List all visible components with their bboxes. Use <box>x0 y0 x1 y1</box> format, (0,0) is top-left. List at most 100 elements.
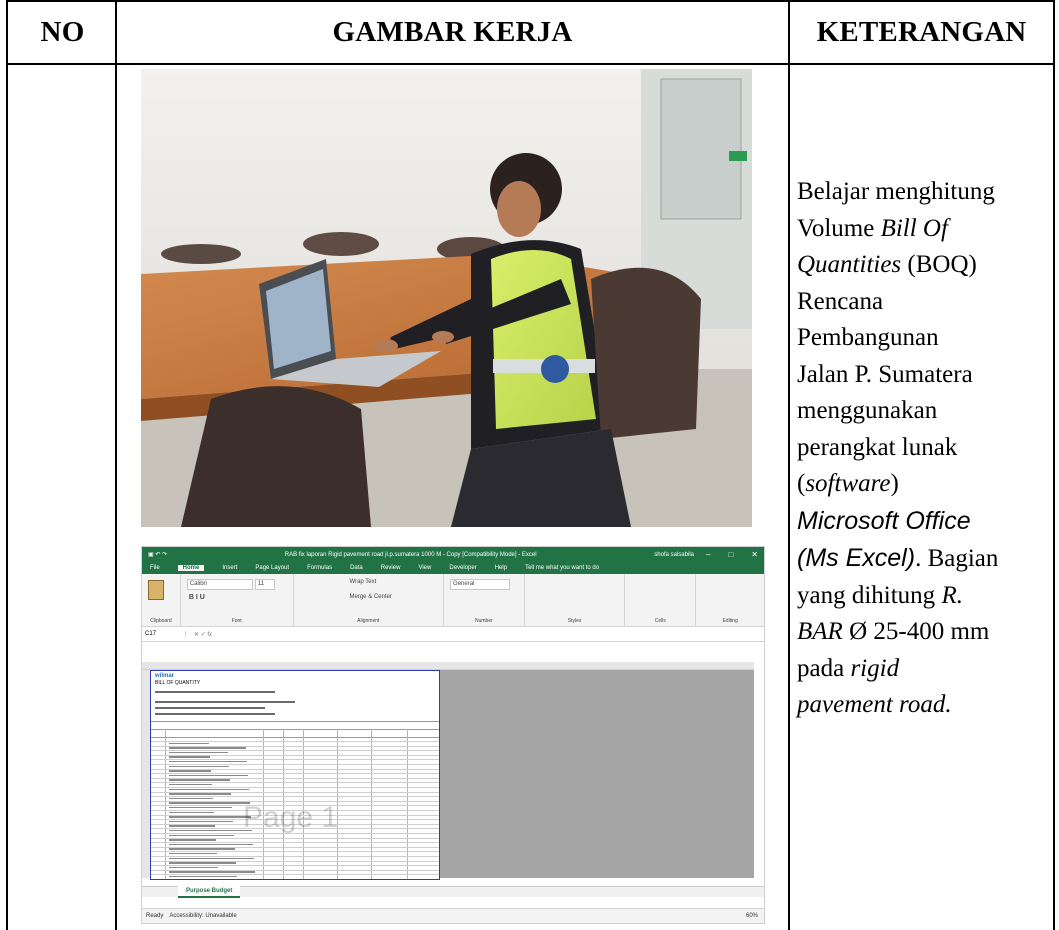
ribbon-alignment-label: Alignment <box>357 618 380 624</box>
ribbon-styles-label: Styles <box>567 618 582 624</box>
sheet-row-text <box>169 843 253 846</box>
sheet-row-text <box>169 774 248 777</box>
ribbon-number: General Number <box>444 574 525 626</box>
ket-line-8: perangkat lunak <box>797 430 1059 467</box>
ket-text: Microsoft Office <box>797 506 971 535</box>
sheet-row-text <box>169 760 247 763</box>
zoom-level: 60% <box>745 913 758 919</box>
menu-tell-me: Tell me what you want to do <box>525 565 600 571</box>
sheet-row-text <box>169 848 235 850</box>
sheet-text-line <box>155 707 265 709</box>
font-name-box: Calibri <box>186 579 253 590</box>
excel-ribbon: Clipboard Calibri 11 B I U Font Wrap Tex… <box>142 574 764 627</box>
page-watermark: Page 1 <box>243 801 339 834</box>
window-controls: – □ ✕ <box>706 550 758 559</box>
sheet-row-text <box>169 811 214 813</box>
ribbon-alignment: Wrap Text Merge & Center Alignment <box>294 574 445 626</box>
sheet-row-text <box>169 797 213 800</box>
excel-workspace: wilmar BILL OF QUANTITY Page 1 <box>142 642 764 887</box>
sheet-row-text <box>169 834 234 836</box>
menu-formulas: Formulas <box>307 565 333 571</box>
ribbon-clipboard-label: Clipboard <box>150 618 172 624</box>
sheet-row-text <box>169 829 252 832</box>
formula-bar: C17 ✕ ✓ fx <box>142 627 764 642</box>
work-photo <box>141 69 752 527</box>
menu-developer: Developer <box>449 565 477 571</box>
menu-page-layout: Page Layout <box>255 565 290 571</box>
sheet-row-text <box>169 871 255 873</box>
sheet-row-text <box>169 820 233 823</box>
number-format-box: General <box>450 579 511 590</box>
sheet-row-text <box>169 747 246 749</box>
ket-line-15: pavement road. <box>797 687 1059 724</box>
sheet-row-text <box>169 862 236 864</box>
sheet-row-text <box>169 802 250 804</box>
sheet-row-text <box>169 806 232 809</box>
header-gambar-kerja: GAMBAR KERJA <box>332 15 573 48</box>
sheet-text-line <box>155 691 275 693</box>
ribbon-number-label: Number <box>475 618 493 624</box>
header-no: NO <box>40 15 85 48</box>
font-size-box: 11 <box>254 579 275 590</box>
ribbon-editing: Editing <box>696 574 764 626</box>
ket-text: yang dihitung <box>797 581 942 609</box>
ribbon-clipboard: Clipboard <box>142 574 181 626</box>
sheet-text-line <box>155 713 275 715</box>
menu-data: Data <box>350 565 363 571</box>
sheet-tab-purpose-budget: Purpose Budget <box>178 886 241 898</box>
ket-text: Rencana <box>797 287 884 315</box>
sheet-row-text <box>169 742 209 744</box>
sheet-rule <box>151 737 439 738</box>
ket-line-1: Belajar menghitung <box>797 174 1059 211</box>
ket-text: (BOQ) <box>901 251 977 278</box>
ket-text: pavement road. <box>797 691 952 718</box>
ket-line-12: yang dihitung R. <box>797 578 1059 615</box>
row-headers <box>142 670 150 878</box>
sheet-rule <box>151 721 439 722</box>
status-accessibility: Accessibility: Unavailable <box>169 913 237 919</box>
sheet-row-text <box>169 783 212 786</box>
ket-text: BAR <box>797 618 843 645</box>
keterangan-text: Belajar menghitung Volume Bill Of Quanti… <box>797 174 1059 724</box>
sheet-tabs: Purpose Budget <box>142 886 764 898</box>
menu-home: Home <box>177 565 205 571</box>
ket-text: Volume <box>797 214 881 242</box>
merge-center-button: Merge & Center <box>349 594 392 600</box>
ket-text: R. <box>941 581 963 609</box>
table-left-border <box>6 0 8 930</box>
excel-screenshot: ▣ ↶ ↷ RAB fix laporan Rigid pavement roa… <box>141 546 765 924</box>
ribbon-styles: Styles <box>525 574 626 626</box>
ribbon-font: Calibri 11 B I U Font <box>181 574 294 626</box>
ket-text: Bill Of <box>880 214 948 242</box>
function-icon: ✕ ✓ fx <box>194 631 213 638</box>
ket-text: menggunakan <box>797 397 938 424</box>
ket-text: rigid <box>850 654 900 682</box>
save-icon: ▣ ↶ ↷ <box>148 552 168 558</box>
status-bar: Ready Accessibility: Unavailable 60% <box>142 908 764 923</box>
ket-text: perangkat lunak <box>797 433 958 461</box>
ribbon-cells-label: Cells <box>654 618 666 624</box>
paste-icon <box>148 580 164 600</box>
sheet-row-text <box>169 756 210 758</box>
sheet-row-text <box>169 866 218 869</box>
ket-text: software <box>805 470 891 497</box>
column-divider-2 <box>788 0 790 930</box>
sheet-row-text <box>169 793 231 795</box>
boq-sheet: wilmar BILL OF QUANTITY Page 1 <box>150 670 440 880</box>
menu-review: Review <box>380 565 401 571</box>
sheet-row-text <box>169 839 216 841</box>
ket-text: Jalan P. Sumatera <box>797 360 973 388</box>
excel-title: RAB fix laporan Rigid pavement road jl.p… <box>284 551 537 558</box>
sheet-rule <box>151 729 439 730</box>
ket-line-4: Rencana <box>797 284 1059 321</box>
sheet-row-text <box>169 816 251 818</box>
sheet-row-text <box>169 875 237 878</box>
sheet-outside-area <box>440 670 754 878</box>
work-photo-illustration <box>141 69 752 527</box>
ket-line-7: menggunakan <box>797 393 1059 430</box>
ribbon-font-label: Font <box>231 618 242 624</box>
header-keterangan: KETERANGAN <box>816 15 1027 48</box>
sheet-title: BILL OF QUANTITY <box>155 680 201 686</box>
sheet-row-text <box>169 857 254 859</box>
sheet-row-text <box>169 765 229 767</box>
